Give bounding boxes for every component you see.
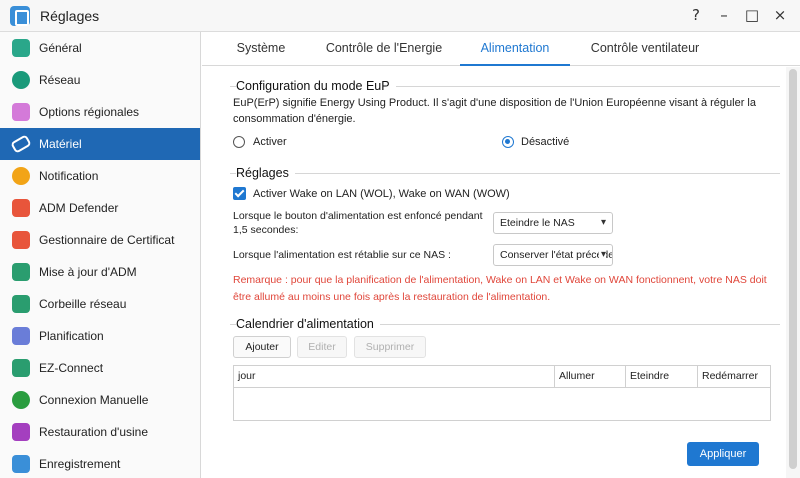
general-icon: [12, 39, 30, 57]
tab-controle-energie[interactable]: Contrôle de l'Energie: [320, 32, 448, 66]
sidebar-item[interactable]: Général: [0, 32, 200, 64]
sidebar-item[interactable]: Connexion Manuelle: [0, 384, 200, 416]
window-title: Réglages: [40, 8, 100, 24]
certificate-icon: [12, 231, 30, 249]
sidebar-item-label: EZ-Connect: [39, 361, 104, 375]
settings-app-icon: [10, 6, 30, 26]
sidebar-item-label: Réseau: [39, 73, 81, 87]
hardware-icon: [10, 134, 32, 154]
remark-text: Remarque : pour que la planification de …: [233, 274, 767, 303]
scrollbar[interactable]: [786, 67, 800, 478]
sidebar-item-label: Connexion Manuelle: [39, 393, 149, 407]
power-restore-label: Lorsque l'alimentation est rétablie sur …: [233, 249, 451, 261]
column-header-redemarrer[interactable]: Redémarrer: [698, 366, 770, 388]
content-panel: Configuration du mode EuP EuP(ErP) signi…: [202, 67, 800, 478]
wol-checkbox[interactable]: [233, 187, 246, 200]
sidebar-item[interactable]: ADM Defender: [0, 192, 200, 224]
schedule-table: jour Allumer Eteindre Redémarrer: [233, 365, 771, 421]
sidebar-item-label: Corbeille réseau: [39, 297, 127, 311]
register-icon: [12, 455, 30, 473]
close-icon[interactable]: ×: [772, 6, 788, 24]
table-header: jour Allumer Eteindre Redémarrer: [234, 366, 770, 388]
schedule-section-title: Calendrier d'alimentation: [236, 317, 380, 331]
firewall-icon: [12, 199, 30, 217]
sidebar-item[interactable]: Réseau: [0, 64, 200, 96]
sidebar-item[interactable]: Options régionales: [0, 96, 200, 128]
eup-description: EuP(ErP) signifie Energy Using Product. …: [233, 97, 756, 125]
sidebar-item[interactable]: EZ-Connect: [0, 352, 200, 384]
sidebar-item-label: Planification: [39, 329, 104, 343]
sidebar-item[interactable]: Notification: [0, 160, 200, 192]
tab-systeme[interactable]: Système: [226, 32, 296, 66]
column-header-eteindre[interactable]: Eteindre: [626, 366, 698, 388]
sidebar-item[interactable]: Restauration d'usine: [0, 416, 200, 448]
eup-activer-label[interactable]: Activer: [253, 136, 287, 148]
sidebar-item[interactable]: Matériel: [0, 128, 200, 160]
eup-activer-radio[interactable]: [233, 136, 245, 148]
sidebar-item-label: Gestionnaire de Certificat: [39, 233, 175, 247]
wol-label[interactable]: Activer Wake on LAN (WOL), Wake on WAN (…: [253, 188, 510, 200]
chevron-down-icon: ▾: [598, 245, 606, 265]
sidebar-item-label: Notification: [39, 169, 99, 183]
cloud-icon: [12, 359, 30, 377]
power-button-value: Eteindre le NAS: [500, 217, 575, 229]
column-header-allumer[interactable]: Allumer: [555, 366, 626, 388]
sidebar-item-label: Options régionales: [39, 105, 140, 119]
add-button[interactable]: Ajouter: [233, 336, 291, 358]
sidebar-item[interactable]: Enregistrement: [0, 448, 200, 478]
power-restore-value: Conserver l'état précédent: [500, 249, 613, 261]
chevron-down-icon: ▾: [600, 217, 606, 228]
sidebar-item[interactable]: Mise à jour d'ADM: [0, 256, 200, 288]
window-controls: ? – □ ×: [688, 6, 788, 24]
network-globe-icon: [12, 391, 30, 409]
calendar-icon: [12, 327, 30, 345]
tab-bar: Système Contrôle de l'Energie Alimentati…: [202, 32, 800, 66]
eup-section-title: Configuration du mode EuP: [236, 79, 396, 93]
sidebar-item-label: Matériel: [39, 137, 82, 151]
apply-button[interactable]: Appliquer: [687, 442, 759, 466]
edit-button[interactable]: Editer: [297, 336, 347, 358]
sidebar-item-label: Restauration d'usine: [39, 425, 149, 439]
help-icon[interactable]: ?: [688, 6, 704, 24]
undo-icon: [12, 423, 30, 441]
power-restore-select[interactable]: Conserver l'état précédent ▾: [493, 244, 613, 266]
sidebar-item[interactable]: Corbeille réseau: [0, 288, 200, 320]
eup-desactive-label[interactable]: Désactivé: [521, 136, 569, 148]
sidebar-item-label: Enregistrement: [39, 457, 121, 471]
column-header-jour[interactable]: jour: [234, 366, 555, 388]
sidebar: Général Réseau Options régionales Matériel N…: [0, 32, 201, 478]
reglages-section-title: Réglages: [236, 166, 295, 180]
power-button-select[interactable]: Eteindre le NAS ▾: [493, 212, 613, 234]
sidebar-item[interactable]: Planification: [0, 320, 200, 352]
maximize-icon[interactable]: □: [744, 6, 760, 24]
sidebar-item-label: ADM Defender: [39, 201, 119, 215]
sidebar-item[interactable]: Gestionnaire de Certificat: [0, 224, 200, 256]
minimize-icon[interactable]: –: [716, 6, 732, 24]
globe-icon: [12, 71, 30, 89]
sidebar-item-label: Général: [39, 41, 82, 55]
alert-icon: [12, 167, 30, 185]
scrollbar-thumb[interactable]: [789, 69, 797, 469]
title-bar: Réglages ? – □ ×: [0, 0, 800, 32]
sidebar-item-label: Mise à jour d'ADM: [39, 265, 137, 279]
tab-controle-ventilateur[interactable]: Contrôle ventilateur: [584, 32, 706, 66]
section-divider: [230, 173, 780, 174]
recycle-bin-icon: [12, 295, 30, 313]
eup-desactive-radio[interactable]: [502, 136, 514, 148]
power-button-label: Lorsque le bouton d'alimentation est enf…: [233, 210, 483, 236]
delete-button[interactable]: Supprimer: [354, 336, 426, 358]
tab-alimentation[interactable]: Alimentation: [460, 32, 570, 66]
location-pin-icon: [12, 103, 30, 121]
upload-icon: [12, 263, 30, 281]
